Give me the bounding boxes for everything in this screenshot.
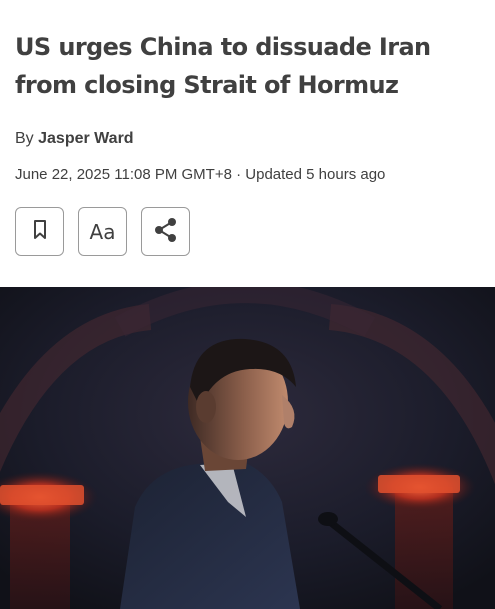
bookmark-button[interactable] [15, 207, 64, 256]
share-icon [152, 217, 180, 246]
bookmark-icon [32, 219, 48, 244]
article-headline: US urges China to dissuade Iran from clo… [15, 33, 431, 99]
author-link[interactable]: Jasper Ward [38, 130, 133, 147]
hero-photo-illustration [0, 287, 495, 609]
dateline: June 22, 2025 11:08 PM GMT+8 · Updated 5… [15, 164, 385, 186]
updated-time: Updated 5 hours ago [245, 166, 386, 183]
byline-prefix: By [15, 130, 34, 147]
byline: By Jasper Ward [15, 128, 134, 150]
date-separator: · [236, 166, 242, 183]
article-toolbar: Aa [15, 207, 190, 256]
share-button[interactable] [141, 207, 190, 256]
font-size-button[interactable]: Aa [78, 207, 127, 256]
publish-date: June 22, 2025 11:08 PM GMT+8 [15, 166, 232, 183]
article-header: US urges China to dissuade Iran from clo… [0, 0, 495, 287]
hero-photo [0, 287, 495, 609]
font-size-label: Aa [89, 219, 116, 244]
